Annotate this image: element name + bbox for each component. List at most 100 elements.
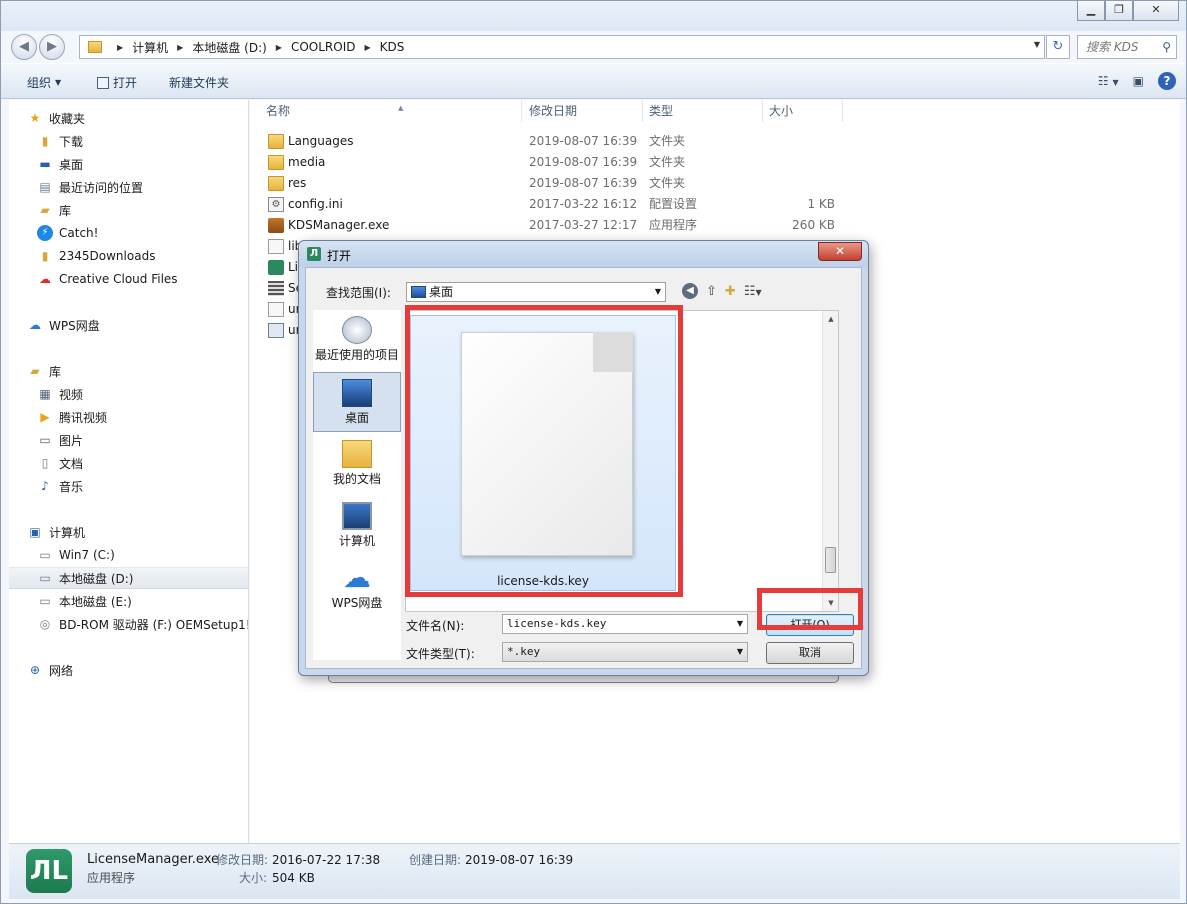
- nav-item-tencent-video[interactable]: ▶ 腾讯视频: [37, 406, 248, 428]
- recent-places-icon: ▤: [39, 180, 51, 194]
- look-in-label: 查找范围(I):: [326, 286, 391, 300]
- column-type[interactable]: 类型: [643, 100, 763, 122]
- desktop-icon: ▬: [39, 157, 51, 171]
- table-row[interactable]: res 2019-08-07 16:39 文件夹: [260, 173, 840, 194]
- details-created-label: 创建日期:: [409, 853, 462, 867]
- nav-label: 腾讯视频: [59, 410, 108, 425]
- breadcrumb-kds[interactable]: KDS: [380, 40, 405, 54]
- nav-label: 图片: [59, 433, 84, 448]
- nav-favorites[interactable]: ★ 收藏夹: [27, 107, 248, 129]
- nav-item-videos[interactable]: ▦ 视频: [37, 383, 248, 405]
- chevron-right-icon: ▶: [275, 42, 282, 52]
- refresh-icon[interactable]: ↻: [1046, 35, 1070, 59]
- nav-item-documents[interactable]: ▯ 文档: [37, 452, 248, 474]
- file-type: 文件夹: [649, 134, 686, 148]
- view-options-icon[interactable]: ☷ ▼: [1098, 74, 1119, 88]
- nav-item-downloads[interactable]: ▮ 下载: [37, 130, 248, 152]
- address-bar[interactable]: ▶ 计算机 ▶ 本地磁盘 (D:) ▶ COOLROID ▶ KDS ▼: [79, 35, 1045, 59]
- dialog-close-button[interactable]: ✕: [818, 242, 862, 261]
- chevron-right-icon: ▶: [177, 42, 184, 52]
- nav-label: 计算机: [49, 525, 86, 540]
- preview-pane-icon[interactable]: ▣: [1133, 74, 1144, 88]
- maximize-button[interactable]: ❐: [1105, 1, 1133, 21]
- filename-field[interactable]: license-kds.key ▼: [502, 614, 748, 634]
- nav-item-catch[interactable]: ⚡ Catch!: [37, 222, 248, 244]
- place-wps-drive[interactable]: ☁ WPS网盘: [313, 558, 401, 618]
- new-folder-icon[interactable]: ✚: [725, 284, 736, 299]
- nav-library[interactable]: ▰ 库: [27, 360, 248, 382]
- up-folder-icon[interactable]: ⇧: [706, 284, 717, 299]
- file-modified: 2017-03-22 16:12: [529, 197, 638, 211]
- filetype-dropdown[interactable]: *.key ▼: [502, 642, 748, 662]
- search-input[interactable]: 搜索 KDS ⚲: [1077, 35, 1177, 59]
- place-recent[interactable]: 最近使用的项目: [313, 310, 401, 370]
- forward-button[interactable]: ▶: [39, 34, 65, 60]
- scroll-up-icon[interactable]: ▲: [823, 311, 839, 327]
- table-row[interactable]: ⚙ config.ini 2017-03-22 16:12 配置设置 1 KB: [260, 194, 840, 215]
- nav-item-music[interactable]: ♪ 音乐: [37, 475, 248, 497]
- nav-item-recent[interactable]: ▤ 最近访问的位置: [37, 176, 248, 198]
- organize-button[interactable]: 组织 ▼: [27, 74, 61, 91]
- computer-icon: [342, 502, 372, 530]
- file-type: 配置设置: [649, 197, 698, 211]
- script-file-icon: [268, 302, 284, 317]
- nav-item-drive-d[interactable]: ▭ 本地磁盘 (D:): [9, 567, 248, 589]
- back-icon[interactable]: ◀: [682, 283, 698, 299]
- nav-item-drive-e[interactable]: ▭ 本地磁盘 (E:): [37, 590, 248, 612]
- open-icon: [97, 76, 109, 89]
- new-folder-button[interactable]: 新建文件夹: [169, 74, 229, 91]
- vertical-scrollbar[interactable]: ▲ ▼: [822, 311, 838, 611]
- view-menu-icon[interactable]: ☷▼: [744, 284, 762, 299]
- chevron-down-icon[interactable]: ▼: [1034, 40, 1040, 49]
- place-desktop[interactable]: 桌面: [313, 372, 401, 432]
- nav-wps-drive[interactable]: ☁ WPS网盘: [27, 314, 248, 336]
- chevron-down-icon: ▼: [55, 78, 62, 87]
- open-button[interactable]: 打开: [97, 74, 137, 91]
- file-modified: 2019-08-07 16:39: [529, 176, 638, 190]
- file-name: Li: [288, 260, 299, 274]
- nav-item-2345downloads[interactable]: ▮ 2345Downloads: [37, 245, 248, 267]
- wps-cloud-icon: ☁: [343, 561, 371, 594]
- breadcrumb-coolroid[interactable]: COOLROID: [291, 40, 356, 54]
- license-manager-icon: ЛL: [26, 849, 72, 893]
- column-size[interactable]: 大小: [763, 100, 843, 122]
- column-modified[interactable]: 修改日期: [523, 100, 643, 122]
- nav-item-library[interactable]: ▰ 库: [37, 199, 248, 221]
- nav-item-desktop[interactable]: ▬ 桌面: [37, 153, 248, 175]
- column-name[interactable]: 名称 ▲: [260, 100, 522, 122]
- table-row[interactable]: KDSManager.exe 2017-03-27 12:17 应用程序 260…: [260, 215, 840, 236]
- minimize-button[interactable]: ▁: [1077, 1, 1105, 21]
- nav-network[interactable]: ⊕ 网络: [27, 659, 248, 681]
- dialog-title-bar: Л 打开 ✕: [299, 241, 868, 267]
- navigation-pane: ★ 收藏夹 ▮ 下载 ▬ 桌面 ▤ 最近访问的位置 ▰ 库 ⚡ Catch! ▮…: [9, 100, 249, 843]
- place-documents[interactable]: 我的文档: [313, 434, 401, 494]
- folder-icon: [268, 155, 284, 170]
- table-row[interactable]: Languages 2019-08-07 16:39 文件夹: [260, 131, 840, 152]
- nav-label: 视频: [59, 387, 84, 402]
- table-row[interactable]: media 2019-08-07 16:39 文件夹: [260, 152, 840, 173]
- column-label: 类型: [649, 104, 674, 118]
- place-computer[interactable]: 计算机: [313, 496, 401, 556]
- license-manager-icon: [268, 260, 284, 275]
- nav-item-creative-cloud[interactable]: ☁ Creative Cloud Files: [37, 268, 248, 290]
- close-button[interactable]: ✕: [1133, 1, 1179, 21]
- folder-icon: ▮: [41, 249, 49, 263]
- network-icon: ⊕: [29, 663, 41, 677]
- nav-computer[interactable]: ▣ 计算机: [27, 521, 248, 543]
- chevron-down-icon: ▼: [736, 619, 743, 628]
- computer-icon: ▣: [29, 525, 41, 539]
- back-button[interactable]: ◀: [11, 34, 37, 60]
- help-icon[interactable]: ?: [1158, 72, 1176, 90]
- scroll-thumb[interactable]: [825, 547, 836, 573]
- breadcrumb-drive-d[interactable]: 本地磁盘 (D:): [192, 39, 266, 56]
- nav-label: Creative Cloud Files: [59, 272, 178, 286]
- file-modified: 2017-03-27 12:17: [529, 218, 638, 232]
- cancel-button[interactable]: 取消: [766, 642, 854, 664]
- look-in-value: 桌面: [429, 285, 454, 299]
- search-placeholder: 搜索 KDS: [1086, 40, 1139, 54]
- nav-item-drive-c[interactable]: ▭ Win7 (C:): [37, 544, 248, 566]
- nav-item-drive-f[interactable]: ◎ BD-ROM 驱动器 (F:) OEMSetup1!: [37, 613, 248, 635]
- breadcrumb-computer[interactable]: 计算机: [132, 39, 168, 56]
- nav-item-pictures[interactable]: ▭ 图片: [37, 429, 248, 451]
- look-in-dropdown[interactable]: 桌面 ▼: [406, 282, 666, 302]
